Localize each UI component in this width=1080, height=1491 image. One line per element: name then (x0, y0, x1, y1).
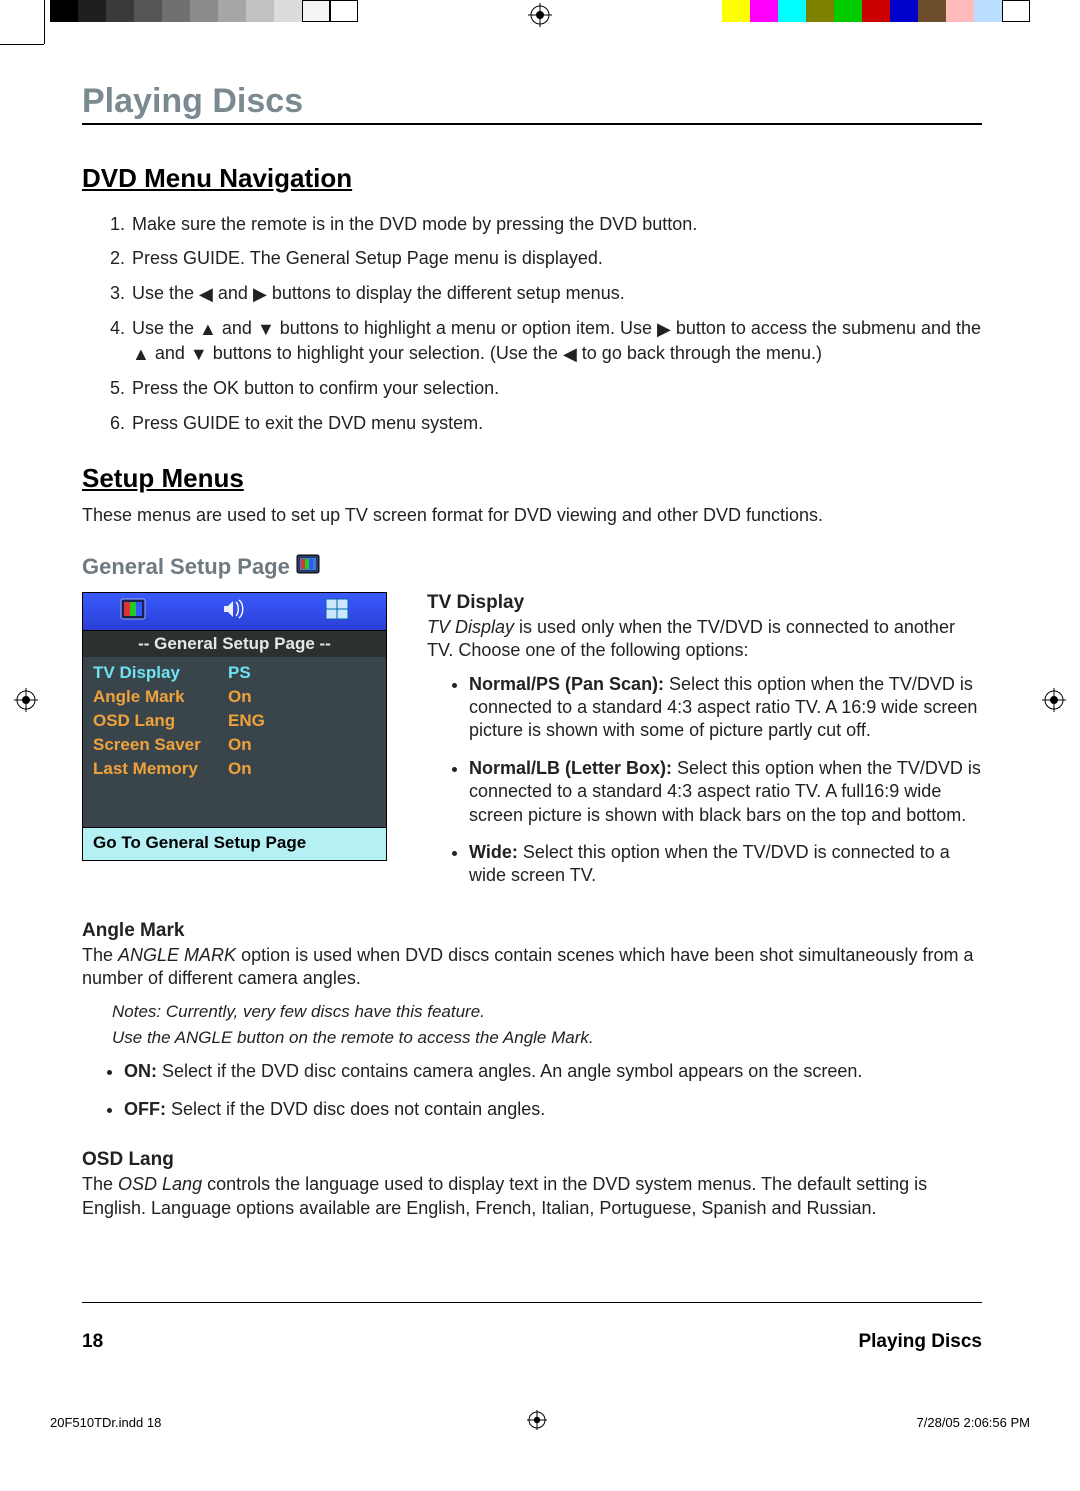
osd-screenshot: -- General Setup Page -- TV DisplayPS An… (82, 592, 387, 861)
list-item: Make sure the remote is in the DVD mode … (130, 212, 982, 236)
option-label: ON: (124, 1061, 157, 1081)
osd-row: Angle MarkOn (93, 685, 378, 709)
text: buttons to display the different setup m… (272, 283, 625, 303)
tv-display-options: Normal/PS (Pan Scan): Select this option… (427, 673, 982, 888)
list-item: OFF: Select if the DVD disc does not con… (124, 1098, 982, 1121)
osd-key: Angle Mark (93, 687, 228, 707)
osd-val: On (228, 759, 252, 779)
text: buttons to highlight a menu or option it… (280, 318, 657, 338)
osd-key: TV Display (93, 663, 228, 683)
text: and (218, 283, 253, 303)
section-title: Playing Discs (82, 82, 982, 125)
note: Notes: Currently, very few discs have th… (112, 1001, 982, 1024)
tv-icon (296, 554, 320, 579)
heading-general-setup-page: General Setup Page (82, 554, 290, 580)
grayscale-swatches (50, 0, 358, 29)
down-arrow-icon: ▼ (257, 317, 275, 341)
text: and (155, 343, 190, 363)
osd-key: Screen Saver (93, 735, 228, 755)
registration-mark-icon (527, 1410, 551, 1434)
list-item: Wide: Select this option when the TV/DVD… (469, 841, 982, 888)
option-label: Normal/PS (Pan Scan): (469, 674, 664, 694)
heading-angle-mark: Angle Mark (82, 920, 982, 942)
osd-footer: Go To General Setup Page (83, 827, 386, 860)
heading-setup-menus: Setup Menus (82, 463, 982, 494)
text: Use the (132, 283, 199, 303)
page-content: Playing Discs DVD Menu Navigation Make s… (82, 82, 982, 1230)
list-item: ON: Select if the DVD disc contains came… (124, 1060, 982, 1083)
tv-icon (120, 598, 146, 625)
osd-key: OSD Lang (93, 711, 228, 731)
text: The (82, 1174, 118, 1194)
setup-menus-desc: These menus are used to set up TV screen… (82, 504, 982, 528)
window-icon (325, 598, 349, 625)
osd-lang-desc: The OSD Lang controls the language used … (82, 1173, 982, 1220)
text: to go back through the menu.) (582, 343, 822, 363)
crop-mark (0, 44, 44, 45)
osd-rows: TV DisplayPS Angle MarkOn OSD LangENG Sc… (83, 657, 386, 827)
list-item: Press GUIDE. The General Setup Page menu… (130, 246, 982, 270)
registration-mark-icon (1042, 688, 1066, 712)
osd-row: TV DisplayPS (93, 661, 378, 685)
speaker-icon (220, 598, 250, 625)
text: Select this option when the TV/DVD is co… (469, 842, 950, 885)
italic: ANGLE MARK (118, 945, 236, 965)
list-item: Normal/PS (Pan Scan): Select this option… (469, 673, 982, 743)
osd-title: -- General Setup Page -- (83, 631, 386, 657)
osd-row: Screen SaverOn (93, 733, 378, 757)
up-arrow-icon: ▲ (199, 317, 217, 341)
list-item: Use the ◀ and ▶ buttons to display the d… (130, 281, 982, 306)
imposition-footer: 20F510TDr.indd 18 7/28/05 2:06:56 PM (50, 1410, 1030, 1434)
text: Select if the DVD disc does not contain … (166, 1099, 545, 1119)
list-item: Normal/LB (Letter Box): Select this opti… (469, 757, 982, 827)
registration-mark-icon (528, 3, 552, 27)
list-item: Press the OK button to confirm your sele… (130, 376, 982, 400)
left-arrow-icon: ◀ (563, 342, 577, 366)
angle-mark-desc: The ANGLE MARK option is used when DVD d… (82, 944, 982, 991)
note: Use the ANGLE button on the remote to ac… (112, 1027, 982, 1050)
list-item: Use the ▲ and ▼ buttons to highlight a m… (130, 316, 982, 367)
right-arrow-icon: ▶ (657, 317, 671, 341)
option-label: OFF: (124, 1099, 166, 1119)
heading-dvd-menu-navigation: DVD Menu Navigation (82, 163, 982, 194)
text: Use the (132, 318, 199, 338)
up-arrow-icon: ▲ (132, 342, 150, 366)
osd-key: Last Memory (93, 759, 228, 779)
right-arrow-icon: ▶ (253, 282, 267, 306)
footer-section: Playing Discs (858, 1331, 982, 1353)
heading-osd-lang: OSD Lang (82, 1149, 982, 1171)
angle-mark-options: ON: Select if the DVD disc contains came… (82, 1060, 982, 1121)
page-number: 18 (82, 1331, 103, 1353)
text: buttons to highlight your selection. (Us… (213, 343, 563, 363)
heading-tv-display: TV Display (427, 592, 982, 614)
osd-val: ENG (228, 711, 265, 731)
text: button to access the submenu and the (676, 318, 981, 338)
color-swatches (722, 0, 1030, 29)
osd-val: On (228, 735, 252, 755)
registration-mark-icon (14, 688, 38, 712)
navigation-steps: Make sure the remote is in the DVD mode … (82, 212, 982, 435)
imposition-file: 20F510TDr.indd 18 (50, 1415, 161, 1430)
osd-val: PS (228, 663, 251, 683)
option-label: Wide: (469, 842, 518, 862)
italic: TV Display (427, 617, 514, 637)
osd-val: On (228, 687, 252, 707)
imposition-timestamp: 7/28/05 2:06:56 PM (917, 1415, 1030, 1430)
crop-mark (44, 0, 45, 44)
text: The (82, 945, 118, 965)
osd-row: Last MemoryOn (93, 757, 378, 781)
text: and (222, 318, 257, 338)
option-label: Normal/LB (Letter Box): (469, 758, 672, 778)
text: Select if the DVD disc contains camera a… (157, 1061, 862, 1081)
italic: OSD Lang (118, 1174, 202, 1194)
tv-display-desc: TV Display is used only when the TV/DVD … (427, 616, 982, 663)
print-color-bar (0, 0, 1080, 29)
page-footer: 18 Playing Discs (82, 1302, 982, 1353)
down-arrow-icon: ▼ (190, 342, 208, 366)
text: controls the language used to display te… (82, 1174, 927, 1217)
list-item: Press GUIDE to exit the DVD menu system. (130, 411, 982, 435)
osd-row: OSD LangENG (93, 709, 378, 733)
left-arrow-icon: ◀ (199, 282, 213, 306)
